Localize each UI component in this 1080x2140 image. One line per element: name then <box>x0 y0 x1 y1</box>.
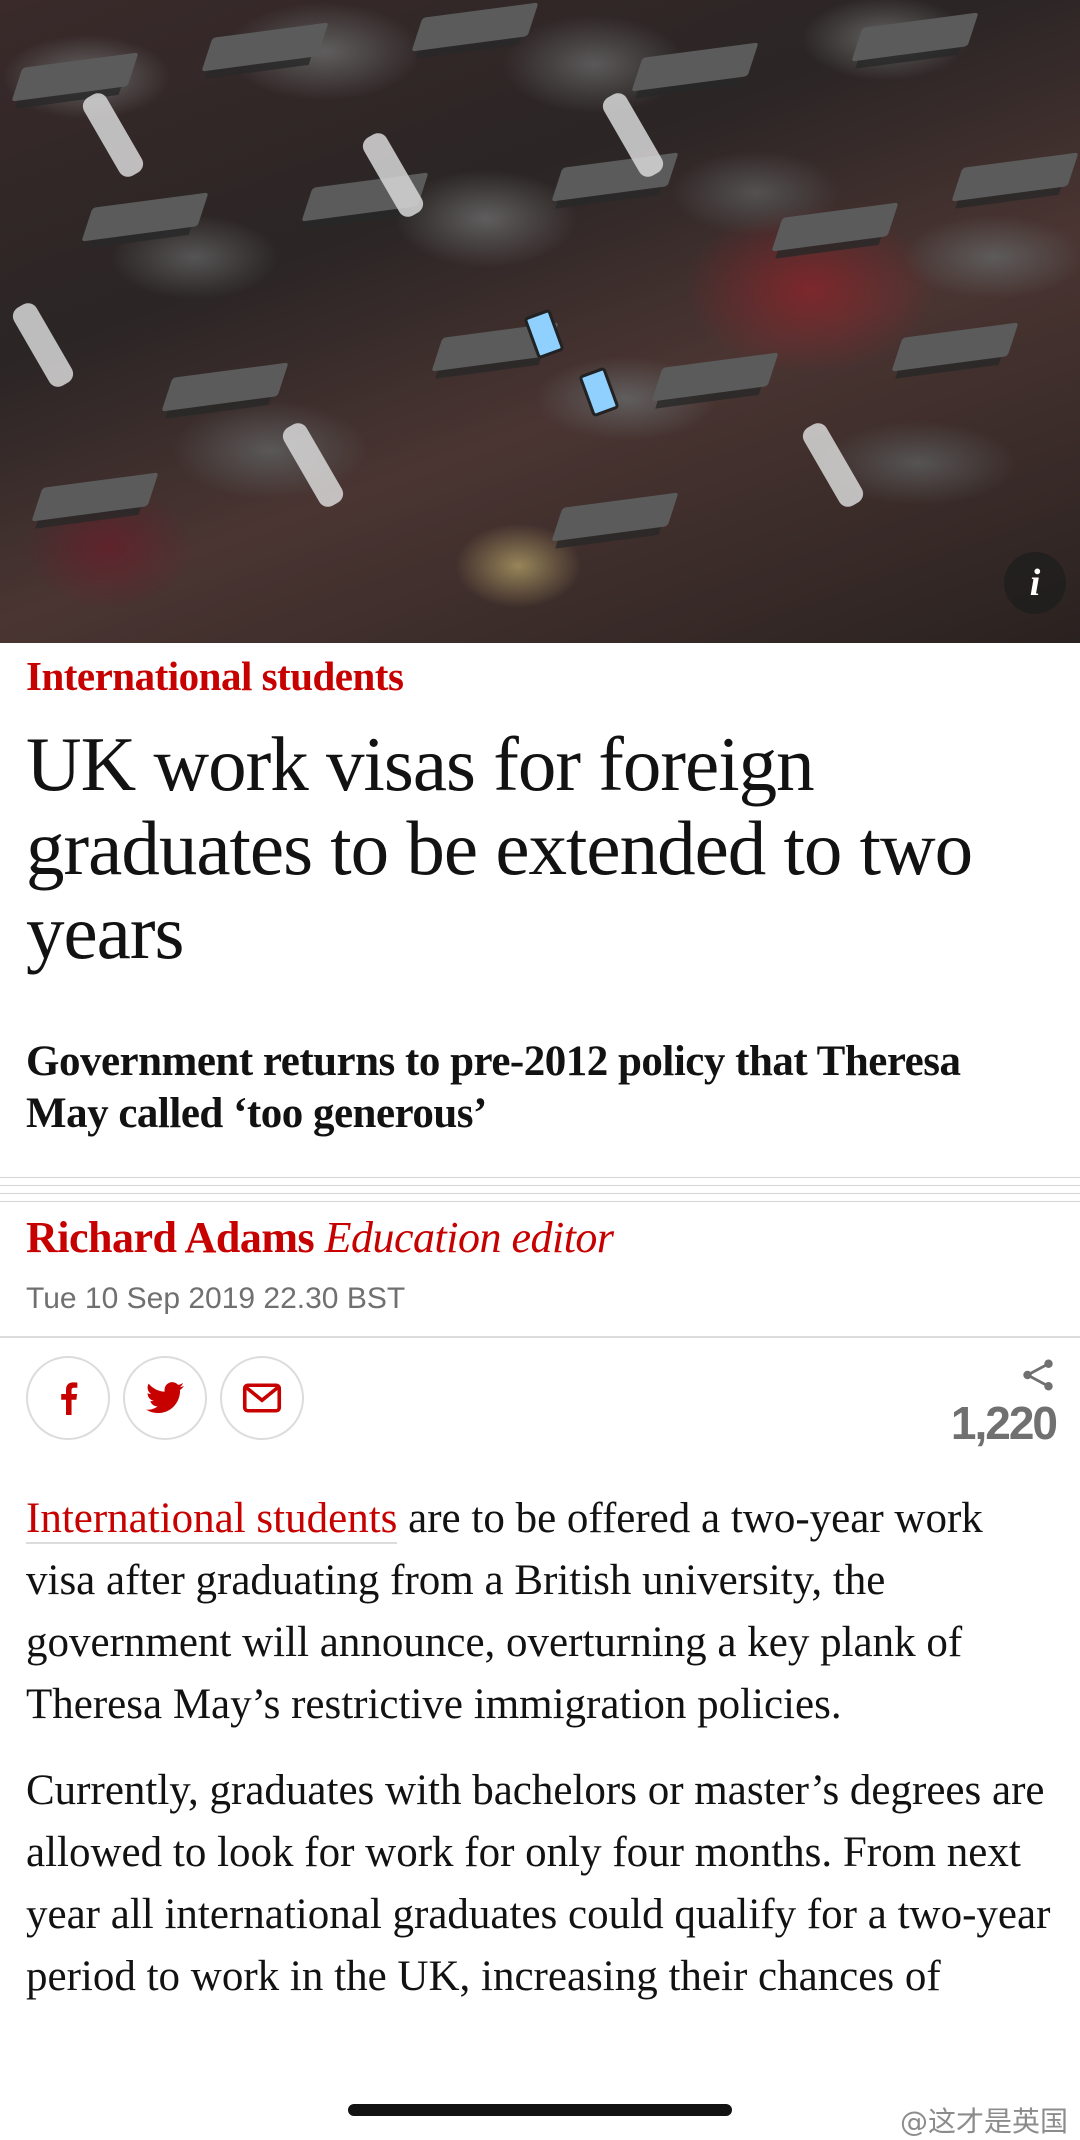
section-divider <box>0 1170 1080 1204</box>
meta-divider <box>0 1336 1080 1338</box>
publish-date: Tue 10 Sep 2019 22.30 BST <box>26 1282 406 1315</box>
facebook-icon <box>61 1382 78 1415</box>
watermark: @这才是英国 <box>899 2105 1068 2138</box>
section-label[interactable]: International students <box>26 652 404 700</box>
home-indicator[interactable] <box>348 2104 732 2116</box>
share-twitter-button[interactable] <box>123 1356 207 1440</box>
byline: Richard Adams Education editor <box>26 1212 614 1263</box>
email-icon <box>242 1383 282 1413</box>
article-body: International students are to be offered… <box>26 1488 1060 2032</box>
image-info-button[interactable]: i <box>1004 552 1066 614</box>
article-paragraph: Currently, graduates with bachelors or m… <box>26 1767 1051 2000</box>
article-paragraph: International students are to be offered… <box>26 1488 1060 1736</box>
author-role: Education editor <box>324 1213 614 1262</box>
article-standfirst: Government returns to pre-2012 policy th… <box>26 1038 961 1137</box>
author-link[interactable]: Richard Adams <box>26 1213 315 1262</box>
share-count: 1,220 <box>950 1397 1058 1449</box>
international-students-link[interactable]: International students <box>26 1495 398 1544</box>
twitter-icon <box>146 1382 184 1414</box>
hero-image: i <box>0 0 1080 643</box>
share-facebook-button[interactable] <box>26 1356 110 1440</box>
share-email-button[interactable] <box>220 1356 304 1440</box>
article-headline: UK work visas for foreign graduates to b… <box>26 721 973 975</box>
share-count-icon <box>1023 1359 1053 1391</box>
